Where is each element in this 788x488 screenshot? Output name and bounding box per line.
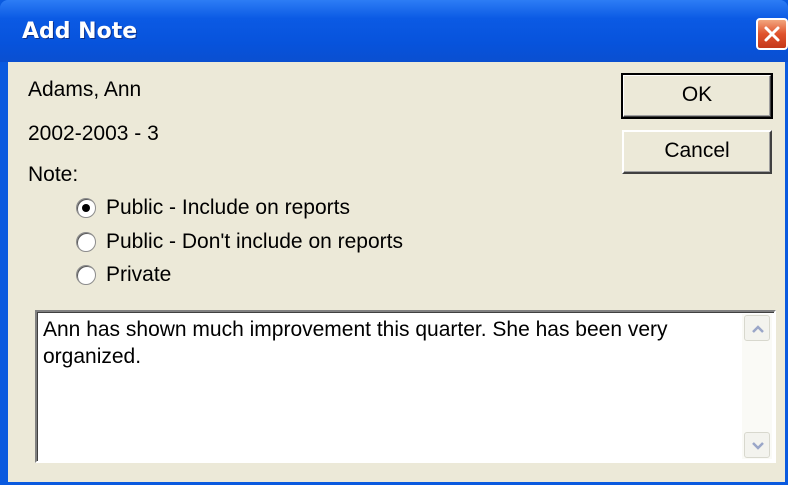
radio-label-private[interactable]: Private [106,263,171,287]
term-label: 2002-2003 - 3 [28,122,159,145]
radio-public-include[interactable] [76,198,96,218]
scroll-up-button[interactable] [744,315,770,341]
cancel-button[interactable]: Cancel [622,130,772,174]
note-text[interactable]: Ann has shown much improvement this quar… [43,316,733,370]
add-note-dialog: Add Note Adams, Ann 2002-2003 - 3 Note: … [0,0,788,485]
close-x-icon [764,26,780,42]
note-textarea[interactable]: Ann has shown much improvement this quar… [35,310,776,463]
title-bar[interactable]: Add Note [0,0,788,62]
radio-selected-dot [82,204,90,212]
dialog-body: Adams, Ann 2002-2003 - 3 Note: Public - … [8,62,785,482]
radio-public-exclude[interactable] [76,232,96,252]
radio-private[interactable] [76,265,96,285]
chevron-down-icon [752,442,764,450]
note-label: Note: [28,163,79,186]
radio-label-public-include[interactable]: Public - Include on reports [106,196,350,220]
student-name: Adams, Ann [28,78,142,101]
ok-button[interactable]: OK [621,73,773,119]
radio-label-public-exclude[interactable]: Public - Don't include on reports [106,230,403,254]
close-button[interactable] [756,18,788,50]
ok-button-label: OK [681,83,713,106]
chevron-up-icon [752,325,764,333]
dialog-title: Add Note [22,19,138,44]
scroll-down-button[interactable] [744,432,770,458]
vertical-scrollbar[interactable] [742,314,772,459]
cancel-button-label: Cancel [664,139,730,162]
